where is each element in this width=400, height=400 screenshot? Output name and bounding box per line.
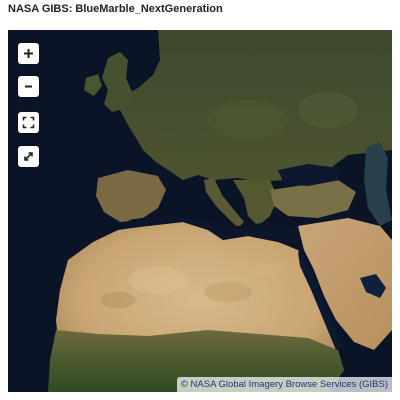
diagonal-arrows-icon (24, 152, 33, 161)
satellite-imagery[interactable] (8, 30, 392, 392)
minus-icon (25, 85, 32, 88)
zoom-to-extent-button[interactable] (18, 112, 39, 133)
plus-icon (24, 49, 33, 58)
fullscreen-button[interactable] (18, 146, 39, 167)
map-viewport[interactable]: © NASA Global Imagery Browse Services (G… (8, 30, 392, 392)
page: NASA GIBS: BlueMarble_NextGeneration © N… (0, 0, 400, 400)
zoom-in-button[interactable] (18, 43, 39, 64)
page-title: NASA GIBS: BlueMarble_NextGeneration (8, 3, 223, 15)
attribution-text[interactable]: © NASA Global Imagery Browse Services (G… (176, 377, 392, 392)
zoom-out-button[interactable] (18, 76, 39, 97)
expand-corners-icon (22, 116, 35, 129)
